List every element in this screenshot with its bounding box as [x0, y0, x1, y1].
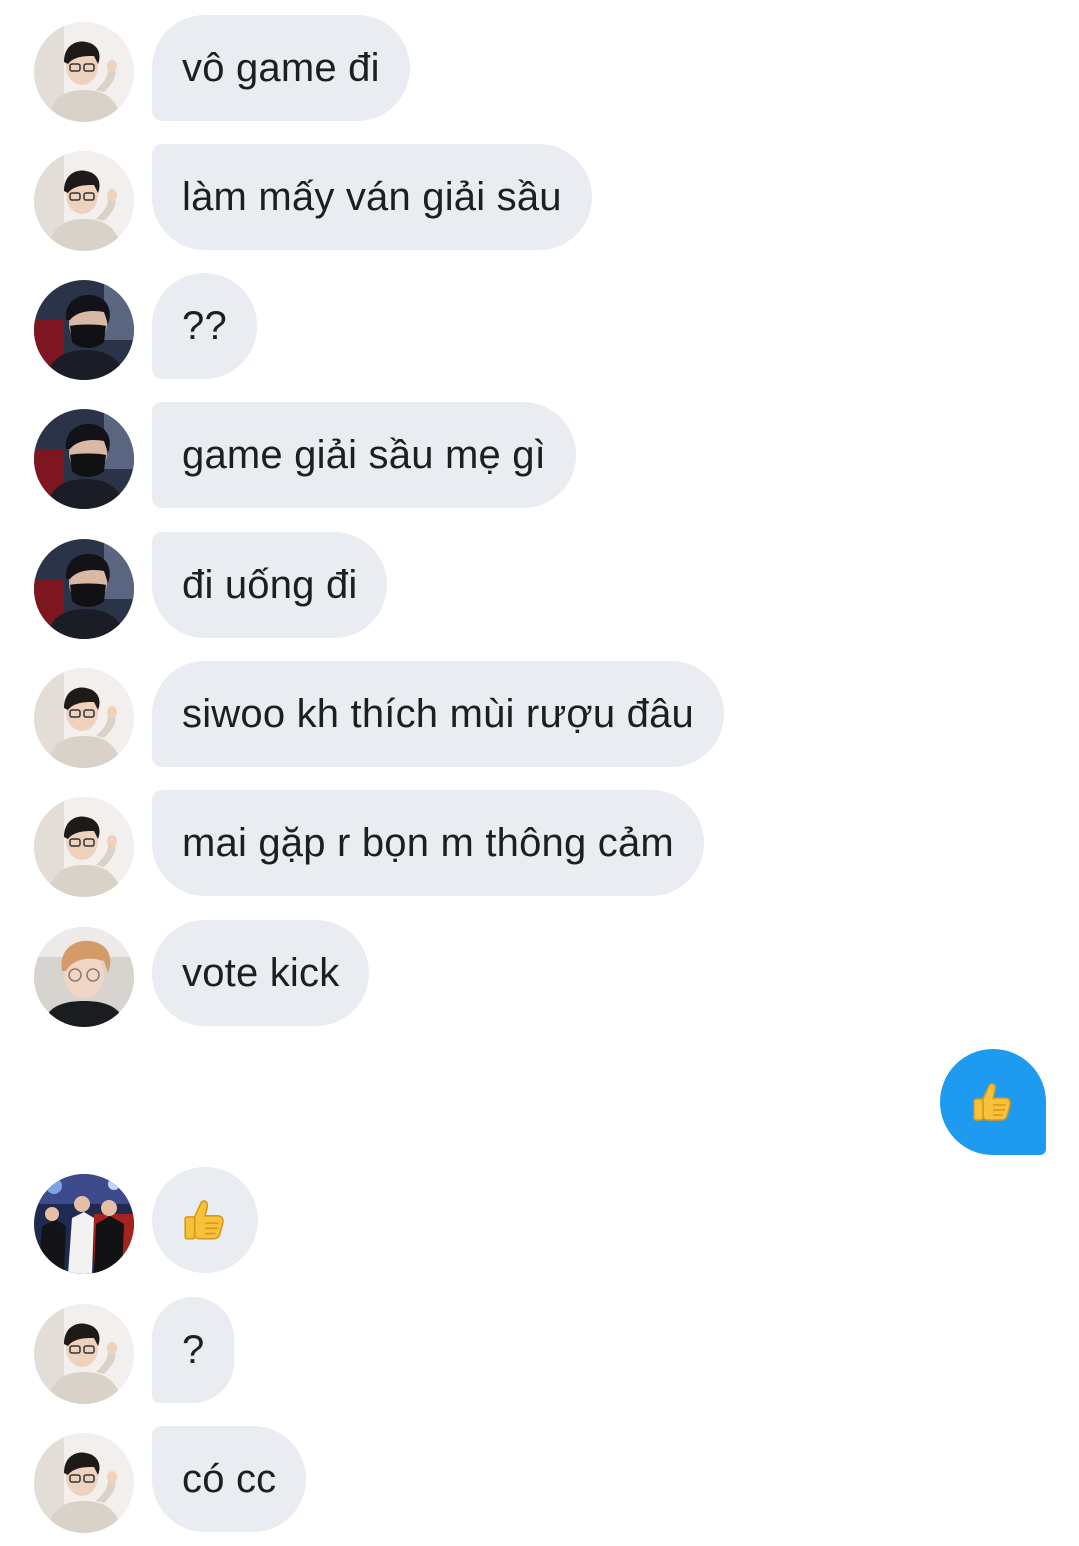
message-text: game giải sầu mẹ gì: [182, 432, 546, 477]
outgoing-message-bubble[interactable]: [940, 1049, 1046, 1155]
message-text: vô game đi: [182, 45, 380, 90]
message-bubble[interactable]: có cc: [152, 1426, 307, 1532]
message-row: làm mấy ván giải sầu: [0, 144, 1079, 252]
avatar[interactable]: [34, 409, 134, 509]
message-text: mai gặp r bọn m thông cảm: [182, 820, 674, 865]
message-row: vote kick: [0, 920, 1079, 1028]
message-row: ??: [0, 273, 1079, 381]
avatar-photo: [34, 797, 134, 897]
avatar[interactable]: [34, 1433, 134, 1533]
message-bubble[interactable]: ??: [152, 273, 257, 379]
message-bubble[interactable]: mai gặp r bọn m thông cảm: [152, 790, 704, 896]
message-row: game giải sầu mẹ gì: [0, 402, 1079, 510]
avatar[interactable]: [34, 22, 134, 122]
avatar[interactable]: [34, 797, 134, 897]
avatar-photo: [34, 280, 134, 380]
avatar-photo: [34, 151, 134, 251]
message-row: [0, 1167, 1079, 1275]
message-text: làm mấy ván giải sầu: [182, 174, 562, 219]
message-bubble[interactable]: game giải sầu mẹ gì: [152, 402, 576, 508]
avatar[interactable]: [34, 927, 134, 1027]
avatar-photo: [34, 539, 134, 639]
avatar-photo: [34, 22, 134, 122]
avatar-photo: [34, 1433, 134, 1533]
avatar-photo: [34, 1304, 134, 1404]
thumbs-up-icon: [180, 1195, 230, 1245]
message-bubble[interactable]: vô game đi: [152, 15, 410, 121]
avatar-photo: [34, 409, 134, 509]
avatar[interactable]: [34, 280, 134, 380]
thumbs-up-icon: [969, 1078, 1017, 1126]
message-row: mai gặp r bọn m thông cảm: [0, 790, 1079, 898]
message-text: vote kick: [182, 950, 340, 995]
avatar-photo: [34, 668, 134, 768]
avatar-photo: [34, 927, 134, 1027]
message-row: đi uống đi: [0, 532, 1079, 640]
message-bubble[interactable]: ?: [152, 1297, 235, 1403]
avatar[interactable]: [34, 1304, 134, 1404]
message-bubble[interactable]: đi uống đi: [152, 532, 388, 638]
message-text: đi uống đi: [182, 562, 358, 607]
message-row: siwoo kh thích mùi rượu đâu: [0, 661, 1079, 769]
message-text: siwoo kh thích mùi rượu đâu: [182, 691, 694, 736]
avatar-photo: [34, 1174, 134, 1274]
message-row: có cc: [0, 1426, 1079, 1534]
avatar[interactable]: [34, 668, 134, 768]
avatar[interactable]: [34, 1174, 134, 1274]
message-bubble[interactable]: siwoo kh thích mùi rượu đâu: [152, 661, 724, 767]
message-text: ??: [182, 303, 227, 348]
message-row: ?: [0, 1297, 1079, 1405]
message-row: vô game đi: [0, 15, 1079, 123]
message-text: có cc: [182, 1456, 277, 1501]
message-bubble[interactable]: [152, 1167, 258, 1273]
message-text: ?: [182, 1327, 205, 1372]
message-bubble[interactable]: làm mấy ván giải sầu: [152, 144, 592, 250]
avatar[interactable]: [34, 151, 134, 251]
message-bubble[interactable]: vote kick: [152, 920, 370, 1026]
avatar[interactable]: [34, 539, 134, 639]
